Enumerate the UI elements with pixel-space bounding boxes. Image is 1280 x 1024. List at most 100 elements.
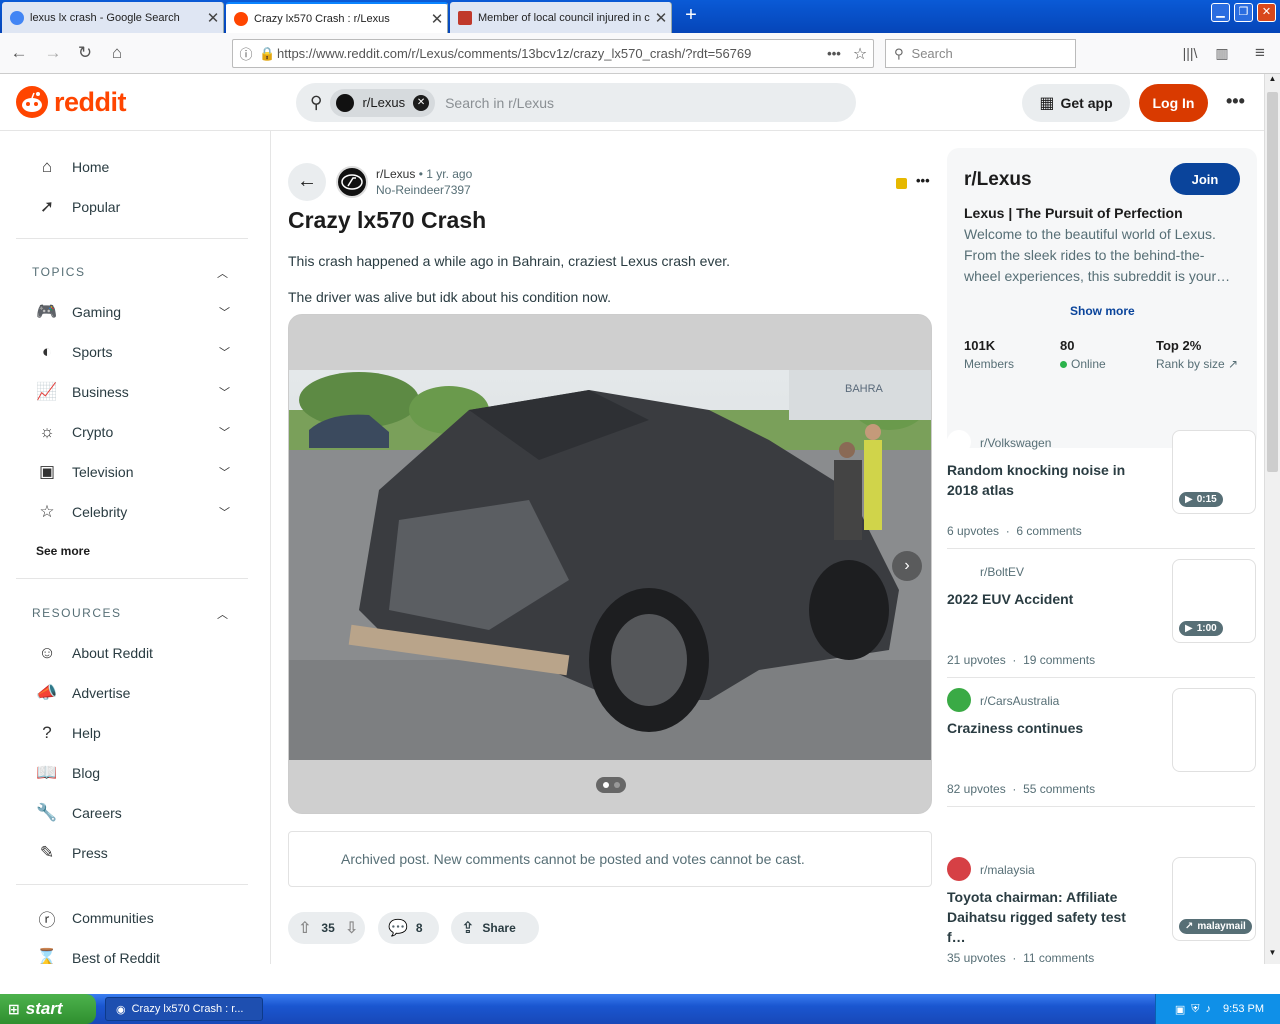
chevron-up-icon[interactable]: ︿ bbox=[217, 606, 230, 622]
page-actions-icon[interactable]: ••• bbox=[821, 46, 847, 61]
forward-arrow-icon[interactable]: → bbox=[42, 42, 64, 64]
page-scrollbar[interactable]: ▲ ▼ bbox=[1264, 74, 1280, 964]
chevron-down-icon[interactable]: ﹀ bbox=[219, 424, 230, 440]
volume-icon[interactable]: ♪ bbox=[1206, 1003, 1212, 1015]
post-image-gallery[interactable]: BAHRA › bbox=[288, 314, 932, 814]
bookmark-star-icon[interactable]: ☆ bbox=[847, 44, 873, 64]
reload-icon[interactable]: ↻ bbox=[74, 42, 96, 64]
megaphone-icon: 📣 bbox=[36, 683, 58, 702]
sidebar-item-television[interactable]: ▣ Television ﹀ bbox=[36, 461, 236, 483]
sidebar-toggle-icon[interactable]: ▥ bbox=[1211, 42, 1233, 64]
tab-reddit-post[interactable]: Crazy lx570 Crash : r/Lexus ✕ bbox=[226, 2, 448, 33]
related-subreddit[interactable]: r/CarsAustralia bbox=[980, 694, 1059, 708]
upvote-icon[interactable]: ⇧ bbox=[298, 918, 311, 938]
share-button[interactable]: ⇪ Share bbox=[451, 912, 539, 944]
see-more-link[interactable]: See more bbox=[36, 544, 236, 558]
related-title[interactable]: Toyota chairman: Affiliate Daihatsu rigg… bbox=[947, 887, 1147, 947]
tab-google-search[interactable]: lexus lx crash - Google Search ✕ bbox=[2, 2, 224, 33]
post-subreddit-link[interactable]: r/Lexus bbox=[376, 167, 415, 181]
get-app-label: Get app bbox=[1060, 95, 1113, 111]
subreddit-avatar[interactable] bbox=[336, 166, 368, 198]
back-arrow-icon[interactable]: ← bbox=[8, 42, 30, 64]
sidebar-item-home[interactable]: ⌂ Home bbox=[36, 156, 236, 178]
post-options-icon[interactable]: ••• bbox=[916, 173, 930, 188]
sidebar-item-business[interactable]: 📈 Business ﹀ bbox=[36, 381, 236, 403]
maximize-icon[interactable]: ❐ bbox=[1234, 3, 1253, 22]
sidebar-item-popular[interactable]: ➚ Popular bbox=[36, 196, 236, 218]
related-post[interactable]: r/Volkswagen Random knocking noise in 20… bbox=[947, 430, 1256, 550]
community-name[interactable]: r/Lexus bbox=[964, 169, 1032, 191]
log-in-button[interactable]: Log In bbox=[1139, 84, 1208, 122]
related-thumbnail[interactable]: ▶ 0:15 bbox=[1172, 430, 1256, 514]
topics-section-header[interactable]: TOPICS ︿ bbox=[32, 265, 228, 280]
related-title[interactable]: Craziness continues bbox=[947, 718, 1147, 738]
sidebar-item-crypto[interactable]: ☼ Crypto ﹀ bbox=[36, 421, 236, 443]
scroll-up-icon[interactable]: ▲ bbox=[1267, 74, 1278, 88]
remove-chip-icon[interactable]: ✕ bbox=[413, 94, 430, 111]
chevron-down-icon[interactable]: ﹀ bbox=[219, 464, 230, 480]
sidebar-item-careers[interactable]: 🔧 Careers bbox=[36, 802, 236, 824]
chevron-down-icon[interactable]: ﹀ bbox=[219, 344, 230, 360]
get-app-button[interactable]: ▦ Get app bbox=[1022, 84, 1130, 122]
lexus-avatar-icon bbox=[336, 93, 355, 112]
sidebar-item-help[interactable]: ? Help bbox=[36, 722, 236, 744]
browser-search-field[interactable]: ⚲ Search bbox=[885, 39, 1076, 68]
chevron-down-icon[interactable]: ﹀ bbox=[219, 504, 230, 520]
related-post[interactable]: r/CarsAustralia Craziness continues 82 u… bbox=[947, 688, 1256, 808]
related-post[interactable]: r/malaysia Toyota chairman: Affiliate Da… bbox=[947, 857, 1256, 964]
related-title[interactable]: Random knocking noise in 2018 atlas bbox=[947, 460, 1147, 500]
tab-news-article[interactable]: Member of local council injured in c ✕ bbox=[450, 2, 672, 33]
sidebar-item-press[interactable]: ✎ Press bbox=[36, 842, 236, 864]
sidebar-item-blog[interactable]: 📖 Blog bbox=[36, 762, 236, 784]
sidebar-item-communities[interactable]: ⓡ Communities bbox=[36, 907, 236, 930]
close-tab-icon[interactable]: ✕ bbox=[651, 9, 671, 27]
related-title[interactable]: 2022 EUV Accident bbox=[947, 589, 1147, 609]
close-tab-icon[interactable]: ✕ bbox=[427, 10, 447, 28]
home-icon[interactable]: ⌂ bbox=[106, 42, 128, 64]
menu-hamburger-icon[interactable]: ≡ bbox=[1249, 42, 1271, 64]
chevron-up-icon[interactable]: ︿ bbox=[217, 265, 230, 281]
sidebar-item-celebrity[interactable]: ☆ Celebrity ﹀ bbox=[36, 501, 236, 523]
reddit-logo[interactable]: reddit bbox=[16, 86, 127, 118]
show-more-button[interactable]: Show more bbox=[1070, 304, 1135, 318]
subreddit-filter-chip[interactable]: r/Lexus ✕ bbox=[330, 88, 436, 117]
related-subreddit[interactable]: r/BoltEV bbox=[980, 565, 1024, 579]
sidebar-item-sports[interactable]: ◐ Sports ﹀ bbox=[36, 341, 236, 363]
start-button[interactable]: ⊞ start bbox=[0, 994, 96, 1024]
close-window-icon[interactable]: ✕ bbox=[1257, 3, 1276, 22]
join-button[interactable]: Join bbox=[1170, 163, 1240, 195]
sidebar-item-gaming[interactable]: 🎮 Gaming ﹀ bbox=[36, 301, 236, 323]
related-thumbnail[interactable] bbox=[1172, 688, 1256, 772]
new-tab-icon[interactable]: + bbox=[680, 4, 702, 27]
info-icon[interactable]: ⓘ bbox=[233, 44, 259, 63]
related-subreddit[interactable]: r/malaysia bbox=[980, 863, 1035, 877]
downvote-icon[interactable]: ⇩ bbox=[345, 918, 358, 938]
close-tab-icon[interactable]: ✕ bbox=[203, 9, 223, 27]
resources-section-header[interactable]: RESOURCES ︿ bbox=[32, 606, 228, 621]
scroll-down-icon[interactable]: ▼ bbox=[1267, 948, 1278, 962]
scroll-thumb[interactable] bbox=[1267, 92, 1278, 472]
library-icon[interactable]: |||\ bbox=[1179, 42, 1201, 64]
taskbar-window-item[interactable]: ◉ Crazy lx570 Crash : r... bbox=[105, 997, 263, 1021]
next-image-icon[interactable]: › bbox=[892, 551, 922, 581]
related-subreddit[interactable]: r/Volkswagen bbox=[980, 436, 1051, 450]
reddit-search-bar[interactable]: ⚲ r/Lexus ✕ Search in r/Lexus bbox=[296, 83, 856, 122]
minimize-icon[interactable]: ▁ bbox=[1211, 3, 1230, 22]
sidebar-item-advertise[interactable]: 📣 Advertise bbox=[36, 682, 236, 704]
related-post[interactable]: r/BoltEV 2022 EUV Accident 21 upvotes · … bbox=[947, 559, 1256, 679]
chevron-down-icon[interactable]: ﹀ bbox=[219, 304, 230, 320]
url-bar[interactable]: ⓘ 🔒 https://www.reddit.com/r/Lexus/comme… bbox=[232, 39, 874, 68]
sidebar-item-about-reddit[interactable]: ☺ About Reddit bbox=[36, 642, 236, 664]
more-options-icon[interactable]: ••• bbox=[1226, 91, 1245, 112]
chevron-down-icon[interactable]: ﹀ bbox=[219, 384, 230, 400]
back-button[interactable]: ← bbox=[288, 163, 326, 201]
sidebar-item-best-of-reddit[interactable]: ⌛ Best of Reddit bbox=[36, 947, 236, 964]
external-link-icon[interactable]: ↗ bbox=[1228, 357, 1238, 371]
related-thumbnail[interactable]: ▶ 1:00 bbox=[1172, 559, 1256, 643]
url-text[interactable]: https://www.reddit.com/r/Lexus/comments/… bbox=[277, 46, 821, 61]
network-icon[interactable]: ▣ bbox=[1175, 1003, 1185, 1016]
comments-button[interactable]: 💬 8 bbox=[378, 912, 439, 944]
security-shield-icon[interactable]: ⛨ bbox=[1191, 1003, 1199, 1016]
post-author[interactable]: No-Reindeer7397 bbox=[376, 183, 471, 197]
related-thumbnail[interactable]: ↗ malaymail bbox=[1172, 857, 1256, 941]
